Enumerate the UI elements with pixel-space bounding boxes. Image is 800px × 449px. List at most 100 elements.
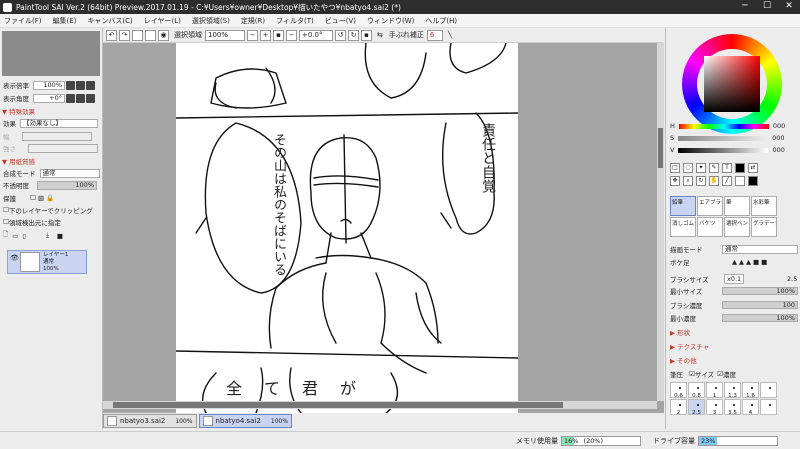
menu-filter[interactable]: フィルタ(T) — [276, 16, 314, 26]
move-icon[interactable]: ✥ — [670, 176, 680, 186]
size-preset[interactable]: 4 — [742, 399, 759, 416]
texture-section-head[interactable]: ▶ テクスチャ — [670, 341, 709, 351]
tab-nbatyo3[interactable]: nbatyo3.sai2 100% — [103, 414, 197, 428]
menu-window[interactable]: ウィンドウ(W) — [367, 16, 414, 26]
horizontal-scrollbar[interactable] — [103, 401, 657, 409]
saturation-slider[interactable] — [678, 135, 769, 141]
secondary-color-swatch[interactable] — [735, 176, 745, 186]
brush-brush[interactable]: 筆 — [724, 196, 750, 216]
invert-selection-icon[interactable] — [145, 29, 156, 41]
zoom-in-button[interactable] — [76, 80, 85, 90]
min-size-slider[interactable]: 100% — [722, 287, 798, 295]
size-preset[interactable] — [760, 399, 777, 415]
zoom-in-icon[interactable]: + — [260, 29, 271, 41]
menu-file[interactable]: ファイル(F) — [4, 16, 42, 26]
canvas-paper[interactable]: その山は私のそばにいる 責任と自覚 全て君が — [175, 43, 519, 413]
color-wheel[interactable] — [682, 34, 782, 134]
protect-checkbox-icon[interactable]: ☐ ▧ 🔒 — [30, 194, 54, 202]
effects-section-head[interactable]: ▼ 特殊効果 — [2, 106, 35, 116]
size-preset[interactable]: 0.6 — [670, 382, 687, 399]
eye-icon[interactable]: ◉ — [158, 29, 169, 41]
menu-canvas[interactable]: キャンバス(C) — [87, 16, 132, 26]
min-density-slider[interactable]: 100% — [722, 314, 798, 322]
brush-select-pen[interactable]: 選択ペン — [724, 217, 750, 237]
rotate-left-icon[interactable]: − — [286, 29, 297, 41]
brush-size-multiplier[interactable]: x0.1 — [724, 274, 745, 284]
zoom-reset-button[interactable] — [86, 80, 95, 90]
layer-item[interactable]: 👁 レイヤー1 通常 100% — [7, 250, 87, 274]
size-preset[interactable] — [760, 382, 777, 398]
eyedropper-icon[interactable]: ✎ — [709, 163, 719, 173]
value-slider[interactable] — [678, 147, 769, 153]
rotate-left-button[interactable] — [66, 93, 75, 103]
rect-select-icon[interactable]: □ — [670, 163, 680, 173]
size-preset[interactable]: 3.5 — [724, 399, 741, 416]
eye-icon[interactable]: 👁 — [10, 254, 19, 262]
new-folder-icon[interactable]: ▭ — [12, 232, 18, 240]
close-button[interactable]: ✕ — [778, 0, 800, 14]
undo-icon[interactable]: ↶ — [106, 29, 117, 41]
zoom-icon[interactable]: ⌕ — [683, 176, 693, 186]
saturation-value-box[interactable] — [704, 56, 760, 112]
brush-airbrush[interactable]: エアブラシ — [697, 196, 723, 216]
density-slider[interactable]: 100 — [722, 301, 798, 309]
size-preset[interactable]: 1 — [706, 382, 723, 399]
brush-gradient[interactable]: グラデーション — [751, 217, 777, 237]
rotate-reset-icon[interactable]: ▪ — [361, 29, 372, 41]
vertical-scrollbar[interactable] — [657, 43, 664, 401]
draw-mode-select[interactable]: 通常 — [722, 244, 798, 254]
rotate-ccw-icon[interactable]: ↺ — [335, 29, 346, 41]
zoom-reset-icon[interactable]: ▪ — [273, 29, 284, 41]
size-preset[interactable]: 2.5 — [688, 399, 705, 416]
horizontal-scroll-thumb[interactable] — [113, 402, 563, 408]
magic-wand-icon[interactable]: ✦ — [696, 163, 706, 173]
flip-icon[interactable]: ⇆ — [377, 31, 383, 39]
rotate-icon[interactable]: ↻ — [696, 176, 706, 186]
menu-help[interactable]: ヘルプ(H) — [425, 16, 457, 26]
angle-select[interactable]: +0.0° — [299, 29, 333, 41]
size-preset[interactable]: 2 — [670, 399, 687, 416]
menu-selection[interactable]: 選択領域(S) — [192, 16, 230, 26]
deselect-icon[interactable] — [132, 29, 143, 41]
brush-bucket[interactable]: バケツ — [697, 217, 723, 237]
rotate-cw-icon[interactable]: ↻ — [348, 29, 359, 41]
blend-mode-select[interactable]: 通常 — [39, 168, 100, 178]
paper-section-head[interactable]: ▼ 用紙質感 — [2, 156, 35, 166]
line-tool-icon[interactable]: ╲ — [448, 31, 452, 39]
zoom-field[interactable]: 100% — [33, 80, 65, 90]
copy-layer-icon[interactable]: ▯ — [22, 232, 26, 240]
swap-icon[interactable]: ⇄ — [748, 163, 758, 173]
vertical-scroll-thumb[interactable] — [658, 128, 663, 168]
opacity-slider[interactable]: 100% — [37, 180, 97, 190]
effect-select[interactable]: 【効果なし】 — [20, 118, 98, 128]
minimize-button[interactable]: ─ — [734, 0, 756, 14]
hue-slider[interactable] — [678, 123, 769, 129]
brush-pencil[interactable]: 鉛筆 — [670, 196, 696, 216]
other-section-head[interactable]: ▶ その他 — [670, 355, 697, 365]
brush-eraser[interactable]: 消しゴム — [670, 217, 696, 237]
zoom-out-button[interactable] — [66, 80, 75, 90]
maximize-button[interactable]: ☐ — [756, 0, 778, 14]
rotate-reset-button[interactable] — [86, 93, 95, 103]
size-preset[interactable]: 1.3 — [724, 382, 741, 399]
text-tool-icon[interactable]: T — [722, 163, 732, 173]
primary-color-swatch[interactable] — [735, 163, 745, 173]
size-preset[interactable]: 1.6 — [742, 382, 759, 399]
menu-edit[interactable]: 編集(E) — [53, 16, 77, 26]
menu-ruler[interactable]: 定規(R) — [241, 16, 265, 26]
delete-layer-icon[interactable]: ■ — [57, 232, 63, 240]
brush-watercolor[interactable]: 水彩筆 — [751, 196, 777, 216]
size-preset[interactable]: 3 — [706, 399, 723, 416]
foreground-swatch[interactable] — [748, 176, 758, 186]
menu-view[interactable]: ビュー(V) — [325, 16, 356, 26]
merge-down-icon[interactable]: ⤓ — [46, 231, 49, 240]
shape-section-head[interactable]: ▶ 形状 — [670, 327, 690, 337]
zoom-out-icon[interactable]: − — [247, 29, 258, 41]
navigator-preview[interactable] — [2, 31, 100, 76]
hand-icon[interactable]: ✋ — [709, 176, 719, 186]
edge-shapes-icon[interactable]: ▲▲▲■■ — [732, 258, 769, 266]
zoom-select[interactable]: 100% — [205, 29, 245, 41]
rotate-right-button[interactable] — [76, 93, 85, 103]
lasso-icon[interactable]: ◌ — [683, 163, 693, 173]
canvas-area[interactable]: その山は私のそばにいる 責任と自覚 全て君が — [103, 43, 664, 413]
